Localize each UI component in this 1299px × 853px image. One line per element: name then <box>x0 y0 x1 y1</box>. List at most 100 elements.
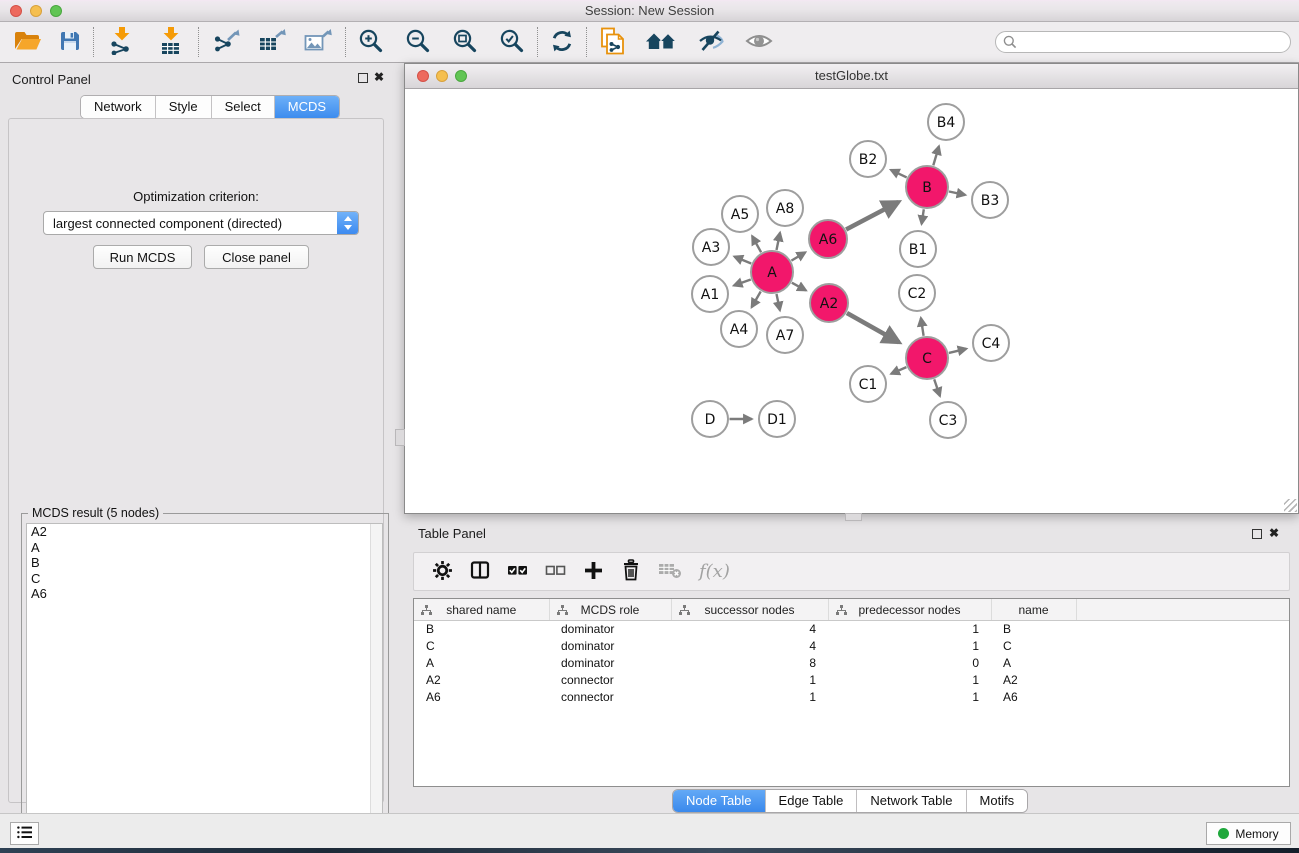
svg-text:B2: B2 <box>859 152 878 168</box>
tab-style[interactable]: Style <box>156 96 212 118</box>
column-header-MCDS-role[interactable]: MCDS role <box>549 599 671 621</box>
close-panel-button[interactable]: Close panel <box>204 245 309 269</box>
graph-edge <box>777 294 780 310</box>
first-neighbors-button[interactable] <box>643 27 679 58</box>
create-column-button[interactable] <box>583 560 604 584</box>
save-session-button[interactable] <box>57 28 83 57</box>
zoom-fit-button[interactable] <box>450 26 480 59</box>
graph-node-D1[interactable]: D1 <box>759 401 795 437</box>
table-row[interactable]: A2connector11A2 <box>414 671 1289 688</box>
show-columns-button[interactable] <box>470 560 490 583</box>
vertical-splitter-grip[interactable] <box>395 429 405 446</box>
graph-node-A6[interactable]: A6 <box>809 220 847 258</box>
toolbar-separator <box>198 27 199 57</box>
graph-node-C4[interactable]: C4 <box>973 325 1009 361</box>
plus-icon <box>583 560 604 584</box>
delete-table-button[interactable] <box>658 560 682 583</box>
tab-motifs[interactable]: Motifs <box>967 790 1028 812</box>
scrollbar-track[interactable] <box>370 524 382 844</box>
mcds-result-item[interactable]: A <box>27 540 382 556</box>
hide-graphics-details-button[interactable] <box>695 27 727 58</box>
graph-node-B4[interactable]: B4 <box>928 104 964 140</box>
column-header-shared-name[interactable]: shared name <box>414 599 549 621</box>
new-network-from-selection-button[interactable] <box>597 25 627 60</box>
graph-node-A4[interactable]: A4 <box>721 311 757 347</box>
graph-node-B2[interactable]: B2 <box>850 141 886 177</box>
graph-node-A3[interactable]: A3 <box>693 229 729 265</box>
task-history-button[interactable] <box>10 822 39 845</box>
mcds-result-item[interactable]: A6 <box>27 586 382 602</box>
graph-node-B3[interactable]: B3 <box>972 182 1008 218</box>
graph-node-B1[interactable]: B1 <box>900 231 936 267</box>
show-graphics-details-button[interactable] <box>743 29 775 56</box>
search-input[interactable] <box>995 31 1291 53</box>
table-row[interactable]: Adominator80A <box>414 655 1289 672</box>
zoom-in-button[interactable] <box>356 26 386 59</box>
export-table-button[interactable] <box>255 26 289 59</box>
deselect-all-button[interactable] <box>545 560 566 583</box>
graph-node-A1[interactable]: A1 <box>692 276 728 312</box>
float-panel-icon[interactable] <box>358 73 368 83</box>
tab-select[interactable]: Select <box>212 96 275 118</box>
graph-node-A2[interactable]: A2 <box>810 284 848 322</box>
graph-node-A[interactable]: A <box>751 251 793 293</box>
zoom-out-icon <box>405 28 431 57</box>
mcds-result-item[interactable]: B <box>27 555 382 571</box>
network-canvas[interactable]: B4 B2 B B3 A5A8 A6 B1 A3 A A1 C2 A2 A4 A7 C4 C C1 C3 D D1 <box>405 89 1298 513</box>
graph-node-C2[interactable]: C2 <box>899 275 935 311</box>
svg-text:C: C <box>922 351 932 367</box>
tab-network-table[interactable]: Network Table <box>857 790 966 812</box>
tab-mcds[interactable]: MCDS <box>275 96 339 118</box>
tab-network[interactable]: Network <box>81 96 156 118</box>
zoom-out-button[interactable] <box>403 26 433 59</box>
refresh-view-button[interactable] <box>548 27 576 58</box>
zoom-selected-button[interactable] <box>497 26 527 59</box>
memory-button[interactable]: Memory <box>1206 822 1291 845</box>
run-mcds-button[interactable]: Run MCDS <box>93 245 192 269</box>
table-row[interactable]: Bdominator41B <box>414 621 1289 638</box>
criterion-dropdown[interactable]: largest connected component (directed) <box>43 211 359 235</box>
float-panel-icon[interactable] <box>1252 529 1262 539</box>
graph-node-A7[interactable]: A7 <box>767 317 803 353</box>
tab-edge-table[interactable]: Edge Table <box>766 790 858 812</box>
table-row[interactable]: Cdominator41C <box>414 638 1289 655</box>
graph-node-D[interactable]: D <box>692 401 728 437</box>
import-table-button[interactable] <box>154 25 188 60</box>
resize-grip-icon[interactable] <box>1284 499 1297 512</box>
close-panel-icon[interactable]: ✖ <box>374 70 384 84</box>
mcds-result-item[interactable]: C <box>27 571 382 587</box>
table-header-row[interactable]: shared nameMCDS rolesuccessor nodesprede… <box>414 599 1289 621</box>
import-table-icon <box>156 27 186 58</box>
graph-node-A8[interactable]: A8 <box>767 190 803 226</box>
graph-node-B[interactable]: B <box>906 166 948 208</box>
delete-table-icon <box>658 560 682 583</box>
graph-node-C[interactable]: C <box>906 337 948 379</box>
graph-node-C3[interactable]: C3 <box>930 402 966 438</box>
table-toolbar: f(x) <box>413 552 1290 591</box>
column-header-predecessor-nodes[interactable]: predecessor nodes <box>828 599 991 621</box>
column-header-successor-nodes[interactable]: successor nodes <box>671 599 828 621</box>
export-image-button[interactable] <box>301 26 335 59</box>
delete-column-button[interactable] <box>621 559 641 584</box>
import-network-button[interactable] <box>104 25 138 60</box>
tab-node-table[interactable]: Node Table <box>673 790 766 812</box>
select-all-button[interactable] <box>507 560 528 583</box>
graph-node-C1[interactable]: C1 <box>850 366 886 402</box>
graph-edge <box>792 283 806 291</box>
svg-text:A6: A6 <box>819 232 838 248</box>
mcds-result-items: A2ABCA6 <box>27 524 382 602</box>
columns-icon <box>470 560 490 583</box>
mcds-result-item[interactable]: A2 <box>27 524 382 540</box>
open-file-button[interactable] <box>12 28 43 57</box>
svg-text:C2: C2 <box>908 286 927 302</box>
table-settings-button[interactable] <box>432 560 453 584</box>
function-builder-button[interactable]: f(x) <box>699 561 730 582</box>
graph-node-A5[interactable]: A5 <box>722 196 758 232</box>
column-header-name[interactable]: name <box>991 599 1076 621</box>
desktop-background-strip <box>0 848 1299 853</box>
network-window-titlebar: testGlobe.txt <box>405 64 1298 89</box>
table-row[interactable]: A6connector11A6 <box>414 688 1289 705</box>
export-network-button[interactable] <box>209 26 243 59</box>
close-panel-icon[interactable]: ✖ <box>1269 526 1279 540</box>
mcds-tab-content: Optimization criterion: largest connecte… <box>8 118 384 803</box>
